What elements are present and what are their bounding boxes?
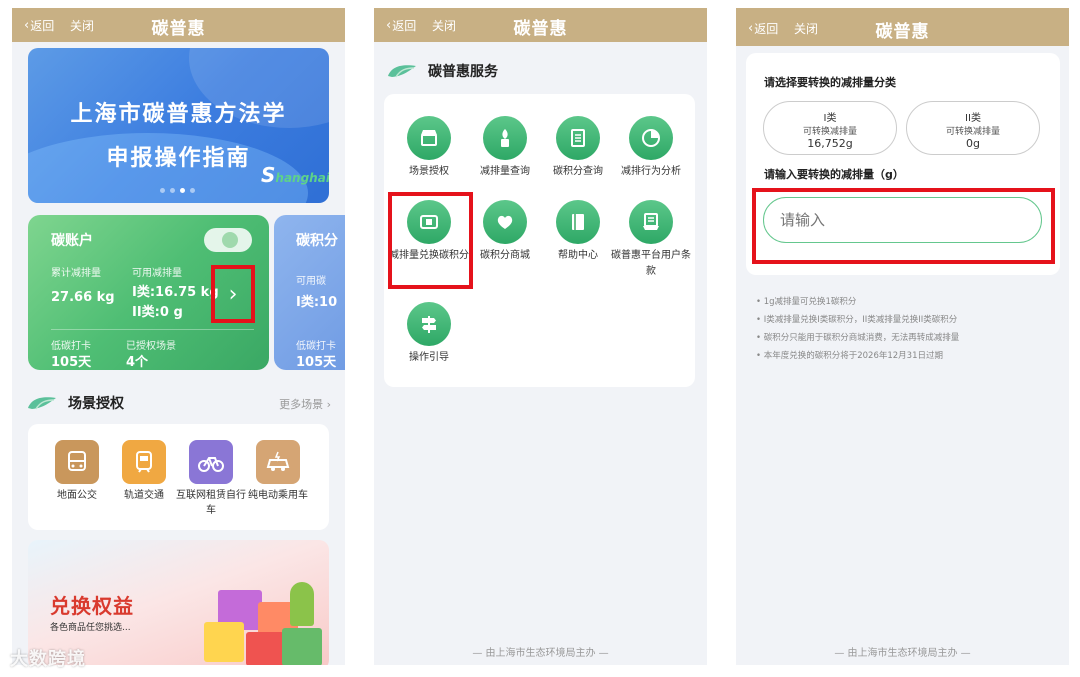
- class1-value: I类:16.75 kg: [132, 285, 219, 300]
- help-center-icon[interactable]: [556, 200, 600, 244]
- reduction-query-icon[interactable]: [483, 116, 527, 160]
- carousel-dots: [160, 188, 195, 193]
- top-bar: ‹ 返回 关闭 碳普惠: [736, 8, 1069, 46]
- page-title: 碳普惠: [151, 19, 206, 39]
- watermark: 大数跨境: [10, 649, 86, 670]
- highlight-exchange-service: [388, 192, 473, 289]
- footer-note: — 由上海市生态环境局主办 —: [472, 648, 609, 659]
- bike-icon[interactable]: [189, 440, 233, 484]
- scenes-value: 4个: [126, 355, 149, 370]
- screen-exchange: ‹ 返回 关闭 碳普惠 请选择要转换的减排量分类 I类 可转换减排量 16,752…: [736, 8, 1069, 665]
- chevron-right-icon: ›: [228, 281, 238, 307]
- ev-car-icon[interactable]: [256, 440, 300, 484]
- footer-note: — 由上海市生态环境局主办 —: [834, 648, 971, 659]
- screen-home: ‹ 返回 关闭 碳普惠 上海市碳普惠方法学 申报操作指南 Shanghai 碳账户…: [12, 8, 345, 665]
- banner-title: 上海市碳普惠方法学: [70, 102, 287, 127]
- shanghai-logo: Shanghai: [261, 163, 329, 187]
- exchange-form: 请选择要转换的减排量分类 I类 可转换减排量 16,752g II类 可转换减排…: [746, 53, 1060, 275]
- page-title: 碳普惠: [513, 19, 568, 39]
- more-scenes-link[interactable]: 更多场景 ›: [279, 396, 331, 412]
- top-bar: ‹ 返回 关闭 碳普惠: [12, 8, 345, 42]
- rewards-subtitle: 各色商品任您挑选...: [50, 623, 131, 633]
- checkin-value: 105天: [51, 355, 92, 370]
- guide-banner[interactable]: 上海市碳普惠方法学 申报操作指南 Shanghai: [28, 48, 329, 203]
- chart-toggle[interactable]: [204, 228, 252, 252]
- input-title: 请输入要转换的减排量（g）: [764, 168, 904, 181]
- scene-section-header: 场景授权 更多场景 ›: [26, 392, 331, 414]
- highlight-input: [752, 188, 1055, 264]
- metro-icon[interactable]: [122, 440, 166, 484]
- account-detail-button[interactable]: ›: [211, 265, 255, 323]
- class2-value: II类:0 g: [132, 305, 183, 320]
- carbon-points-card[interactable]: 碳积分 可用碳 I类:10 低碳打卡 105天: [274, 215, 345, 370]
- scene-auth-icon[interactable]: [407, 116, 451, 160]
- page-title: 碳普惠: [875, 22, 930, 42]
- bus-icon[interactable]: [55, 440, 99, 484]
- points-query-icon[interactable]: [556, 116, 600, 160]
- top-bar: ‹ 返回 关闭 碳普惠: [374, 8, 707, 42]
- leaf-icon: [388, 65, 416, 78]
- card-title: 碳账户: [51, 233, 93, 249]
- leaf-icon: [28, 397, 56, 410]
- user-terms-icon[interactable]: [629, 200, 673, 244]
- points-mall-icon[interactable]: [483, 200, 527, 244]
- select-title: 请选择要转换的减排量分类: [764, 76, 896, 89]
- behavior-analysis-icon[interactable]: [629, 116, 673, 160]
- carbon-account-card[interactable]: 碳账户 累计减排量 27.66 kg 可用减排量 I类:16.75 kg II类…: [28, 215, 269, 370]
- services-section-header: 碳普惠服务: [386, 60, 691, 82]
- rewards-title: 兑换权益: [50, 594, 134, 618]
- screen-services: ‹ 返回 关闭 碳普惠 碳普惠服务 场景授权 减排量查询 碳积分查询 减排行为分析: [374, 8, 707, 665]
- guide-signpost-icon[interactable]: [407, 302, 451, 346]
- cumulative-value: 27.66 kg: [51, 290, 115, 305]
- option-class1[interactable]: I类 可转换减排量 16,752g: [763, 101, 897, 155]
- option-class2[interactable]: II类 可转换减排量 0g: [906, 101, 1040, 155]
- pie-chart-icon: [222, 232, 238, 248]
- scene-grid: 地面公交 轨道交通 互联网租赁自行车 纯电动乘用车: [28, 424, 329, 530]
